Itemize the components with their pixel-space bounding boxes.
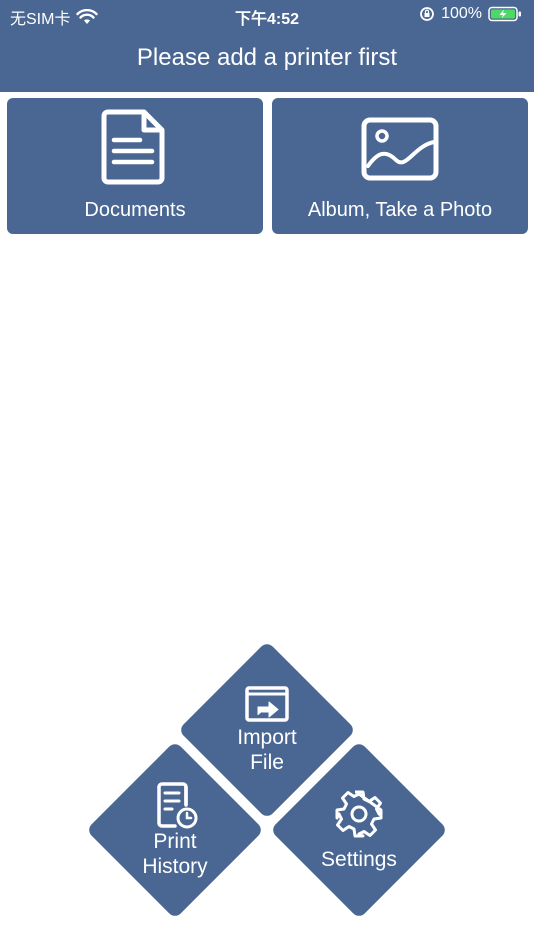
document-icon (101, 109, 165, 185)
status-right: 100% (419, 5, 522, 23)
print-history-label-line2: History (142, 855, 208, 878)
image-icon (361, 117, 439, 181)
status-bar: 无SIM卡 下午4:52 100% (0, 0, 534, 30)
battery-icon (488, 6, 521, 22)
album-label: Album, Take a Photo (307, 199, 493, 221)
header: 无SIM卡 下午4:52 100% Please add a printer f… (0, 0, 534, 92)
print-history-label-line1: Print (153, 830, 197, 853)
settings-label: Settings (321, 847, 397, 871)
import-file-icon (245, 686, 289, 722)
documents-tile[interactable]: Documents (7, 98, 263, 234)
documents-label: Documents (84, 199, 186, 221)
gear-icon (335, 790, 383, 837)
print-history-icon (157, 782, 198, 829)
print-history-button[interactable]: Print History (87, 742, 263, 918)
album-tile[interactable]: Album, Take a Photo (272, 98, 528, 234)
rotation-lock-icon (420, 7, 434, 21)
battery-text: 100% (441, 5, 482, 22)
page-title: Please add a printer first (136, 44, 398, 71)
settings-button[interactable]: Settings (271, 742, 447, 918)
